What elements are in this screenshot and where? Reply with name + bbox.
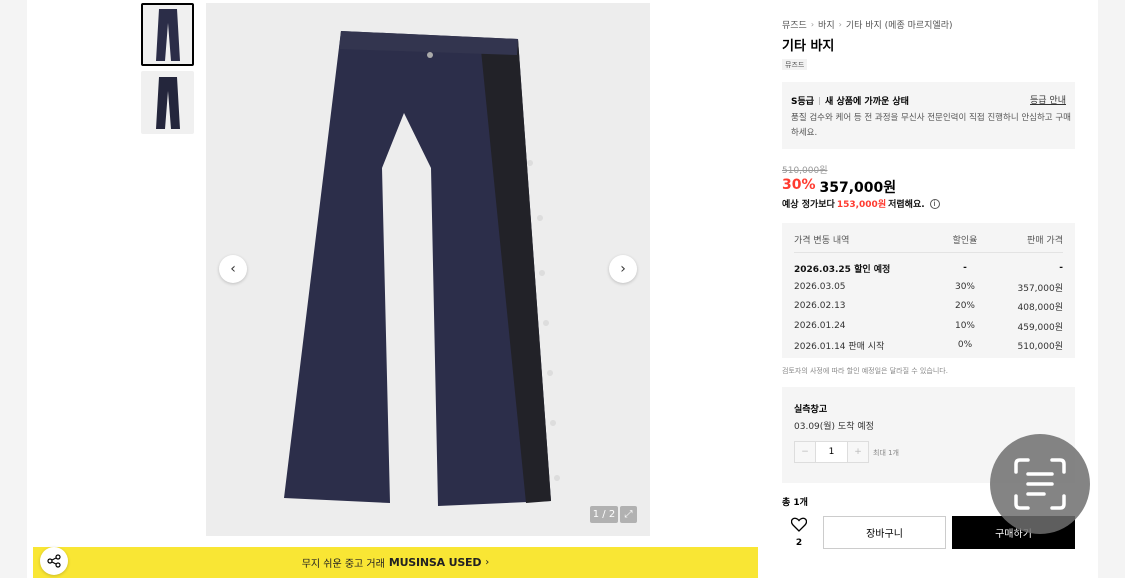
grade-level: S등급 bbox=[791, 97, 815, 107]
row-date: 2026.03.25 할인 예정 bbox=[794, 264, 891, 275]
info-icon[interactable]: i bbox=[929, 198, 940, 209]
table-row: 2026.03.25 할인 예정 - - bbox=[794, 261, 1063, 275]
breadcrumb-item[interactable]: 기타 바지 (메종 마르지엘라) bbox=[846, 18, 953, 31]
scan-fab-button[interactable] bbox=[990, 434, 1090, 534]
price-history-note: 검토자의 사정에 따라 할인 예정일은 달라질 수 있습니다. bbox=[782, 367, 948, 375]
original-price: 510,000원 bbox=[782, 166, 828, 176]
row-rate: 10% bbox=[954, 321, 975, 331]
table-row: 2026.03.05 30% 357,000원 bbox=[794, 280, 1063, 294]
product-title: 기타 바지 bbox=[782, 39, 835, 54]
like-button[interactable]: 2 bbox=[790, 517, 808, 548]
column-header: 판매 가격 bbox=[1027, 235, 1063, 246]
row-rate: 20% bbox=[954, 301, 975, 311]
total-count: 총 1개 bbox=[782, 498, 808, 508]
chevron-left-icon: ‹ bbox=[230, 261, 236, 277]
row-date: 2026.01.24 bbox=[794, 321, 846, 331]
table-row: 2026.01.14 판매 시작 0% 510,000원 bbox=[794, 338, 1063, 352]
pants-thumb-image bbox=[155, 8, 180, 61]
row-date: 2026.03.05 bbox=[794, 282, 846, 292]
expected-savings: 예상 정가보다 153,000원 저렴해요. i bbox=[782, 197, 940, 210]
warehouse-title: 실측창고 bbox=[794, 405, 828, 415]
breadcrumb: 뮤즈드 › 바지 › 기타 바지 (메종 마르지엘라) bbox=[782, 18, 953, 31]
expect-prefix: 예상 정가보다 bbox=[782, 200, 835, 210]
price-history-table: 가격 변동 내역 할인율 판매 가격 2026.03.25 할인 예정 - - … bbox=[782, 223, 1075, 358]
share-button[interactable] bbox=[40, 547, 68, 575]
expand-image-button[interactable]: ⤢ bbox=[620, 506, 637, 523]
next-image-button[interactable]: › bbox=[609, 255, 637, 283]
thumbnail-1[interactable] bbox=[141, 3, 194, 66]
discount-rate: 30% bbox=[782, 177, 816, 193]
row-date: 2026.02.13 bbox=[794, 301, 846, 311]
prev-image-button[interactable]: ‹ bbox=[219, 255, 247, 283]
grade-header: S등급 새 상품에 가까운 상태 bbox=[791, 94, 909, 107]
row-price: 357,000원 bbox=[1017, 283, 1064, 294]
chevron-right-icon: › bbox=[620, 261, 626, 277]
breadcrumb-item[interactable]: 뮤즈드 bbox=[782, 18, 807, 31]
thumbnail-2[interactable] bbox=[141, 71, 194, 134]
divider bbox=[794, 252, 1063, 253]
share-icon bbox=[47, 554, 61, 568]
grade-summary: 새 상품에 가까운 상태 bbox=[825, 97, 909, 107]
scan-text-icon bbox=[1014, 458, 1066, 510]
grade-description: 품질 검수와 케어 등 전 과정을 무신사 전문인력이 직접 진행하니 안심하고… bbox=[791, 113, 1071, 138]
table-row: 2026.02.13 20% 408,000원 bbox=[794, 299, 1063, 313]
chevron-right-icon: › bbox=[810, 20, 815, 29]
column-header: 할인율 bbox=[952, 235, 978, 246]
banner-text: 무지 쉬운 중고 거래 bbox=[301, 559, 385, 570]
brand-badge[interactable]: 뮤즈드 bbox=[782, 59, 808, 70]
row-rate: - bbox=[963, 263, 967, 273]
quantity-input[interactable]: 1 bbox=[816, 441, 847, 463]
arrival-date: 03.09(월) 도착 예정 bbox=[794, 422, 874, 432]
row-rate: 0% bbox=[957, 340, 973, 350]
image-counter: 1 / 2 bbox=[590, 506, 618, 523]
max-quantity-note: 최대 1개 bbox=[873, 449, 899, 457]
row-price: 408,000원 bbox=[1017, 302, 1064, 313]
heart-icon bbox=[790, 517, 808, 532]
chevron-right-icon: › bbox=[838, 20, 842, 29]
row-price: 510,000원 bbox=[1017, 341, 1064, 352]
add-to-cart-button[interactable]: 장바구니 bbox=[823, 516, 946, 549]
musinsa-used-banner[interactable]: 무지 쉬운 중고 거래 MUSINSA USED › bbox=[33, 547, 758, 578]
breadcrumb-item[interactable]: 바지 bbox=[818, 18, 835, 31]
grade-box: S등급 새 상품에 가까운 상태 등급 안내 품질 검수와 케어 등 전 과정을… bbox=[782, 82, 1075, 149]
row-price: 459,000원 bbox=[1017, 322, 1064, 333]
row-price: - bbox=[1059, 263, 1063, 273]
main-product-image bbox=[206, 3, 650, 536]
sale-price: 357,000원 bbox=[819, 180, 897, 196]
banner-brand: MUSINSA USED bbox=[388, 556, 482, 569]
like-count: 2 bbox=[795, 538, 803, 548]
expand-icon: ⤢ bbox=[624, 509, 633, 520]
divider bbox=[819, 96, 821, 105]
column-header: 가격 변동 내역 bbox=[794, 235, 850, 246]
decrease-button[interactable]: − bbox=[794, 441, 816, 463]
expect-suffix: 저렴해요. bbox=[888, 200, 925, 210]
table-row: 2026.01.24 10% 459,000원 bbox=[794, 319, 1063, 333]
chevron-right-icon: › bbox=[485, 557, 490, 568]
pants-thumb-image bbox=[155, 76, 180, 129]
quantity-stepper: − 1 + bbox=[794, 441, 869, 463]
row-date: 2026.01.14 판매 시작 bbox=[794, 341, 885, 352]
expect-amount: 153,000원 bbox=[836, 200, 887, 210]
pants-image bbox=[284, 31, 560, 506]
sale-price-row: 30% 357,000원 bbox=[782, 177, 896, 197]
grade-guide-link[interactable]: 등급 안내 bbox=[1030, 93, 1066, 106]
table-header: 가격 변동 내역 할인율 판매 가격 bbox=[794, 232, 1063, 246]
increase-button[interactable]: + bbox=[847, 441, 869, 463]
row-rate: 30% bbox=[954, 282, 975, 292]
